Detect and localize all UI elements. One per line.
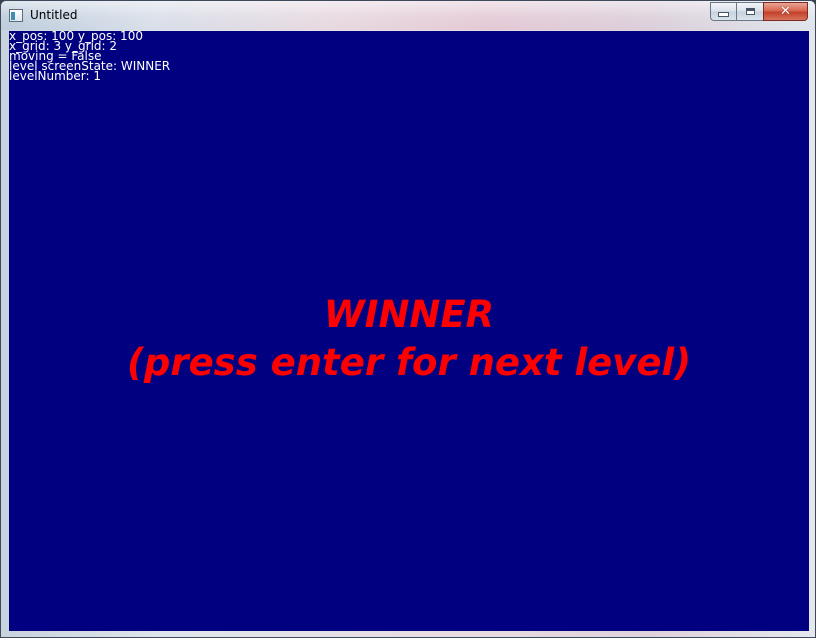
close-button[interactable]: ✕ [763,2,808,21]
maximize-icon [745,8,755,15]
maximize-button[interactable] [736,2,763,21]
minimize-button[interactable] [710,2,736,21]
debug-overlay: x_pos: 100 y_pos: 100 x_grid: 3 y_grid: … [9,31,170,82]
close-icon: ✕ [780,4,791,19]
next-level-hint: (press enter for next level) [126,341,692,384]
app-window-icon[interactable] [9,9,23,22]
app-window: Untitled ✕ x_pos: 100 y_pos: 100 x_grid:… [0,0,816,638]
game-canvas[interactable]: x_pos: 100 y_pos: 100 x_grid: 3 y_grid: … [9,31,809,631]
window-title: Untitled [30,8,78,22]
caption-buttons: ✕ [710,2,808,21]
winner-message: WINNER (press enter for next level) [9,291,809,387]
winner-title: WINNER [323,293,495,336]
title-bar[interactable]: Untitled ✕ [1,1,815,30]
minimize-icon [718,12,729,17]
